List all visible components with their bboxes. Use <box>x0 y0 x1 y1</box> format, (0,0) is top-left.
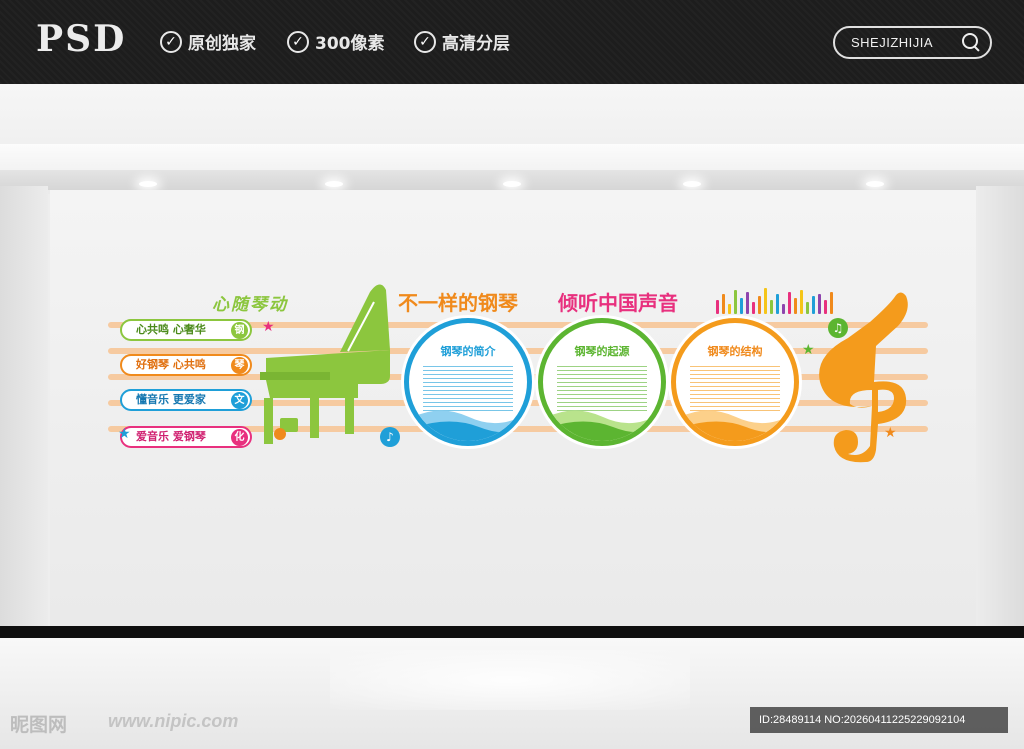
feature-original: ✓ 原创独家 <box>160 29 256 54</box>
circle-title: 钢琴的结构 <box>707 345 763 358</box>
check-icon: ✓ <box>414 30 436 53</box>
ceiling-light <box>325 181 343 187</box>
circle-structure: 钢琴的结构 <box>671 318 799 446</box>
music-note-icon: ♫ <box>828 318 848 338</box>
equalizer-bar <box>752 302 755 314</box>
equalizer-bar <box>782 304 785 314</box>
star-icon: ★ <box>884 425 897 441</box>
dot-decoration <box>274 428 286 440</box>
slogan-text: 心共鸣 心奢华 <box>136 323 206 336</box>
equalizer-bar <box>746 292 749 314</box>
feature-label: 300像素 <box>315 34 385 54</box>
floor-reflection <box>330 650 690 710</box>
slogan-pill: 懂音乐 更爱家 文 <box>120 389 252 411</box>
feature-label: 原创独家 <box>188 34 256 54</box>
equalizer-bar <box>764 288 767 314</box>
equalizer-bar <box>776 294 779 314</box>
wave-decoration <box>543 410 661 441</box>
equalizer-bar <box>788 292 791 314</box>
wave-decoration <box>409 410 527 441</box>
ceiling-light <box>139 181 157 187</box>
feature-resolution: ✓ 300像素 <box>287 29 385 54</box>
star-icon: ★ <box>262 319 275 335</box>
baseboard <box>0 626 1024 638</box>
star-icon: ★ <box>802 342 815 358</box>
treble-clef-icon <box>819 292 908 463</box>
equalizer-bar <box>794 298 797 314</box>
check-icon: ✓ <box>160 30 182 53</box>
equalizer-bar <box>770 300 773 314</box>
ceiling-light <box>503 181 521 187</box>
search-box[interactable]: SHEJIZHIJIA <box>833 26 992 59</box>
feature-layers: ✓ 高清分层 <box>414 29 510 54</box>
circle-title: 钢琴的起源 <box>574 345 630 358</box>
mural-title-secondary: 倾听中国声音 <box>558 291 678 315</box>
check-icon: ✓ <box>287 30 309 53</box>
ceiling-light <box>866 181 884 187</box>
search-icon[interactable] <box>962 33 980 51</box>
left-side-wall <box>0 186 48 636</box>
equalizer-bar <box>740 298 743 314</box>
image-id-bar: ID:28489114 NO:20260411225229092104 <box>750 707 1008 733</box>
ceiling-strip <box>0 144 1024 172</box>
equalizer-bar <box>800 290 803 314</box>
circle-title: 钢琴的简介 <box>440 345 496 358</box>
wave-decoration <box>676 410 794 441</box>
music-note-icon: ♪ <box>380 427 400 447</box>
slogan-pill: 爱音乐 爱钢琴 化 <box>120 426 252 448</box>
right-side-wall <box>976 186 1024 636</box>
star-icon: ★ <box>118 426 131 442</box>
circle-origin: 钢琴的起源 <box>538 318 666 446</box>
ceiling-edge <box>0 170 1024 190</box>
ceiling-light <box>683 181 701 187</box>
search-label: SHEJIZHIJIA <box>851 35 934 50</box>
slogan-pill: 心共鸣 心奢华 钢 <box>120 319 252 341</box>
grand-piano-icon <box>260 284 390 444</box>
watermark-logo: 昵图网 <box>10 714 68 736</box>
equalizer-bar <box>728 304 731 314</box>
feature-label: 高清分层 <box>442 34 510 54</box>
slogan-pill: 好钢琴 心共鸣 琴 <box>120 354 252 376</box>
circle-intro: 钢琴的简介 <box>404 318 532 446</box>
equalizer-bar <box>716 300 719 314</box>
equalizer-bar <box>734 290 737 314</box>
slogan-text: 懂音乐 更爱家 <box>136 393 206 406</box>
equalizer-bar <box>758 296 761 314</box>
brand-logo: PSD <box>36 18 127 60</box>
equalizer-bar <box>722 294 725 314</box>
slogan-text: 爱音乐 爱钢琴 <box>136 430 206 443</box>
top-banner: PSD ✓ 原创独家 ✓ 300像素 ✓ 高清分层 SHEJIZHIJIA <box>0 0 1024 84</box>
mural-title: 不一样的钢琴 <box>398 291 518 315</box>
watermark-url: www.nipic.com <box>108 711 239 731</box>
slogan-text: 好钢琴 心共鸣 <box>136 358 206 371</box>
